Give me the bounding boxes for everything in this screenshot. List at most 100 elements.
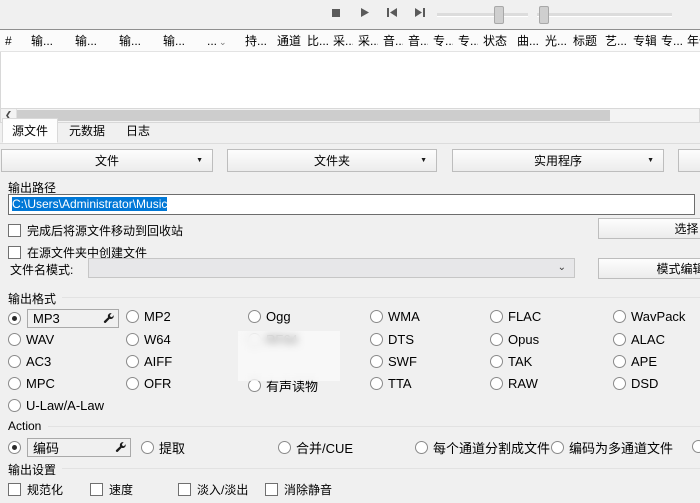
format-option-DTS[interactable]: DTS xyxy=(370,332,414,347)
action-option-编码[interactable]: 编码 xyxy=(8,438,131,457)
seek-slider-thumb[interactable] xyxy=(539,6,549,24)
grid-column-header[interactable]: 专... xyxy=(428,32,453,49)
grid-column-header[interactable]: 比... xyxy=(302,32,328,49)
format-option-OFR[interactable]: OFR xyxy=(126,376,171,391)
option-label: 编码为多通道文件 xyxy=(569,438,673,457)
grid-column-header[interactable]: # xyxy=(0,34,26,48)
menu-button-row: 文件▼ 文件夹▼ 实用程序▼ xyxy=(0,149,700,172)
format-option-U-Law/A-Law[interactable]: U-Law/A-Law xyxy=(8,398,104,413)
option-label: APE xyxy=(631,354,657,369)
move-to-recycle-checkbox[interactable]: 完成后将源文件移动到回收站 xyxy=(8,222,183,239)
menu-button-partial[interactable] xyxy=(678,149,700,172)
radio-icon xyxy=(370,333,383,346)
radio-icon xyxy=(370,355,383,368)
grid-column-header[interactable]: 持... xyxy=(240,32,272,49)
format-option-WMA[interactable]: WMA xyxy=(370,309,420,324)
option-label: SWF xyxy=(388,354,417,369)
tab-源文件[interactable]: 源文件 xyxy=(2,118,58,143)
action-edit-box: 编码 xyxy=(27,438,131,457)
setting-checkbox-消除静音[interactable]: 消除静音 xyxy=(265,481,332,498)
format-option-SWF[interactable]: SWF xyxy=(370,354,417,369)
filename-pattern-combobox[interactable]: ⌄ xyxy=(88,258,575,278)
grid-column-header[interactable]: 通道 xyxy=(272,32,302,49)
setting-checkbox-规范化[interactable]: 规范化 xyxy=(8,481,63,498)
format-option-MP3[interactable]: MP3 xyxy=(8,309,119,328)
group-divider xyxy=(62,468,700,469)
menu-button-文件夹[interactable]: 文件夹▼ xyxy=(227,149,437,172)
grid-column-header[interactable]: 输... xyxy=(26,32,70,49)
format-option-APE[interactable]: APE xyxy=(613,354,657,369)
format-option-FLAC[interactable]: FLAC xyxy=(490,309,541,324)
grid-column-header[interactable]: 光... xyxy=(540,32,568,49)
action-option-编码为多通道文件[interactable]: 编码为多通道文件 xyxy=(551,438,673,457)
menu-button-文件[interactable]: 文件▼ xyxy=(1,149,213,172)
tab-日志[interactable]: 日志 xyxy=(116,118,160,143)
checkbox-label: 淡入/淡出 xyxy=(197,481,248,498)
format-option-TAK[interactable]: TAK xyxy=(490,354,532,369)
menu-button-实用程序[interactable]: 实用程序▼ xyxy=(452,149,664,172)
grid-column-header[interactable]: 音... xyxy=(403,32,428,49)
skip-back-button[interactable] xyxy=(382,5,402,23)
format-option-RAW[interactable]: RAW xyxy=(490,376,538,391)
action-option-合并/CUE[interactable]: 合并/CUE xyxy=(278,438,353,457)
grid-column-header[interactable]: 年份 xyxy=(682,32,700,49)
radio-icon xyxy=(692,440,700,453)
format-option-AC3[interactable]: AC3 xyxy=(8,354,51,369)
grid-column-header[interactable]: 状态 xyxy=(478,32,512,49)
grid-column-header[interactable]: 标题 xyxy=(568,32,600,49)
seek-slider[interactable] xyxy=(537,13,672,17)
format-option-AIFF[interactable]: AIFF xyxy=(126,354,172,369)
format-option-ALAC[interactable]: ALAC xyxy=(613,332,665,347)
setting-checkbox-速度[interactable]: 速度 xyxy=(90,481,133,498)
tab-元数据[interactable]: 元数据 xyxy=(59,118,115,143)
format-edit-box: MP3 xyxy=(27,309,119,328)
grid-column-header[interactable]: ...⌄ xyxy=(202,34,240,48)
play-button[interactable] xyxy=(354,5,374,23)
grid-column-header[interactable]: 采... xyxy=(353,32,378,49)
checkbox-label: 速度 xyxy=(109,481,133,498)
option-label: TAK xyxy=(508,354,532,369)
pattern-editor-button[interactable]: 模式编辑器 xyxy=(598,258,700,279)
radio-icon xyxy=(8,377,21,390)
grid-column-header[interactable]: 专辑 xyxy=(628,32,656,49)
format-option-Opus[interactable]: Opus xyxy=(490,332,539,347)
setting-checkbox-淡入/淡出[interactable]: 淡入/淡出 xyxy=(178,481,248,498)
file-grid-body[interactable] xyxy=(0,52,700,108)
grid-column-header[interactable]: 采... xyxy=(328,32,353,49)
option-label: FLAC xyxy=(508,309,541,324)
format-option-Ogg[interactable]: Ogg xyxy=(248,309,291,324)
volume-slider-thumb[interactable] xyxy=(494,6,504,24)
format-option-MPC[interactable]: MPC xyxy=(8,376,55,391)
grid-column-header[interactable]: 输... xyxy=(70,32,114,49)
grid-column-header[interactable]: 输... xyxy=(114,32,158,49)
action-option-partial[interactable] xyxy=(692,440,700,453)
output-path-input[interactable]: C:\Users\Administrator\Music xyxy=(8,194,695,215)
format-option-MP2[interactable]: MP2 xyxy=(126,309,171,324)
select-path-button[interactable]: 选择 xyxy=(598,218,700,239)
radio-icon xyxy=(126,333,139,346)
wrench-icon[interactable] xyxy=(115,442,126,453)
format-option-TTA[interactable]: TTA xyxy=(370,376,412,391)
radio-icon xyxy=(490,333,503,346)
grid-column-header[interactable]: 专... xyxy=(656,32,682,49)
option-label: AC3 xyxy=(26,354,51,369)
action-option-每个通道分割成文件[interactable]: 每个通道分割成文件 xyxy=(415,438,550,457)
stop-button[interactable] xyxy=(326,5,346,23)
option-label: 编码 xyxy=(33,438,59,457)
format-option-WAV[interactable]: WAV xyxy=(8,332,54,347)
grid-column-header[interactable]: 艺... xyxy=(600,32,628,49)
skip-forward-button[interactable] xyxy=(410,5,430,23)
checkbox-icon xyxy=(90,483,103,496)
grid-column-header[interactable]: 曲... xyxy=(512,32,540,49)
action-option-提取[interactable]: 提取 xyxy=(141,438,185,457)
radio-icon xyxy=(613,377,626,390)
format-option-WavPack[interactable]: WavPack xyxy=(613,309,685,324)
grid-column-header[interactable]: 专... xyxy=(453,32,478,49)
wrench-icon[interactable] xyxy=(103,313,114,324)
volume-slider[interactable] xyxy=(437,13,528,17)
grid-column-header[interactable]: 输... xyxy=(158,32,202,49)
radio-icon xyxy=(613,310,626,323)
format-option-W64[interactable]: W64 xyxy=(126,332,171,347)
grid-column-header[interactable]: 音... xyxy=(378,32,403,49)
format-option-DSD[interactable]: DSD xyxy=(613,376,658,391)
